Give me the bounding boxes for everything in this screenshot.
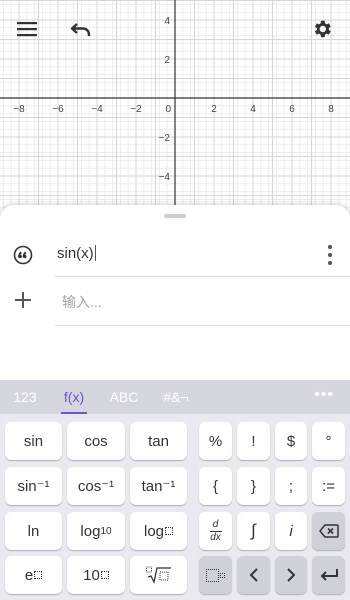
drag-handle[interactable] xyxy=(164,214,186,218)
tab-numbers[interactable]: 123 xyxy=(8,380,42,414)
key-square-template[interactable] xyxy=(199,556,232,594)
key-tan[interactable]: tan xyxy=(130,422,187,460)
x-tick-label: 2 xyxy=(211,104,217,115)
enter-key[interactable] xyxy=(312,556,345,594)
key-ln[interactable]: ln xyxy=(5,512,62,550)
placeholder-box-icon xyxy=(220,572,225,578)
key-left-brace[interactable]: { xyxy=(199,467,232,505)
key-arcsin[interactable]: sin⁻¹ xyxy=(5,467,62,505)
x-tick-label: −6 xyxy=(52,104,64,115)
more-options-icon[interactable] xyxy=(326,245,334,265)
key-nth-root[interactable] xyxy=(130,556,187,594)
origin-label: 0 xyxy=(165,104,171,115)
key-integral[interactable]: ∫ xyxy=(237,512,270,550)
key-derivative[interactable]: d dx xyxy=(199,512,232,550)
row-divider xyxy=(55,325,350,326)
key-factorial[interactable]: ! xyxy=(237,422,270,460)
log10-label: log xyxy=(80,522,101,540)
tab-functions[interactable]: f(x) xyxy=(57,380,91,414)
derivative-bottom: dx xyxy=(210,531,221,543)
y-tick-label: −2 xyxy=(159,133,171,144)
coordinate-grid[interactable]: −8 −6 −4 −2 0 2 4 6 8 4 2 −2 −4 xyxy=(0,0,350,215)
x-tick-label: −4 xyxy=(91,104,103,115)
exp-base: e xyxy=(24,566,34,584)
keyboard-tabs: 123 f(x) ABC #&¬ ••• xyxy=(0,380,350,414)
placeholder-box-icon xyxy=(206,568,219,582)
key-sin[interactable]: sin xyxy=(5,422,62,460)
graph-view[interactable]: −8 −6 −4 −2 0 2 4 6 8 4 2 −2 −4 xyxy=(0,0,350,215)
log10-subscript: 10 xyxy=(100,525,112,537)
derivative-top: d xyxy=(212,518,219,530)
expression-text[interactable]: sin(x) xyxy=(57,245,96,262)
key-imaginary[interactable]: i xyxy=(275,512,307,550)
chevron-left-icon xyxy=(249,568,258,582)
key-exp[interactable]: e xyxy=(5,556,62,594)
x-tick-label: 4 xyxy=(250,104,256,115)
quote-icon[interactable] xyxy=(12,244,34,266)
chevron-right-icon xyxy=(287,568,296,582)
y-tick-label: 2 xyxy=(164,55,170,66)
input-placeholder[interactable]: 输入... xyxy=(62,292,102,312)
menu-icon[interactable] xyxy=(9,11,45,47)
x-tick-label: −8 xyxy=(13,104,25,115)
backspace-key[interactable] xyxy=(312,512,345,550)
gear-icon[interactable] xyxy=(304,11,340,47)
key-degree[interactable]: ° xyxy=(312,422,345,460)
y-tick-label: 4 xyxy=(164,16,170,27)
more-keys-icon[interactable]: ••• xyxy=(314,380,334,414)
placeholder-box-icon xyxy=(34,571,43,579)
x-tick-label: −2 xyxy=(130,104,142,115)
ten-base: 10 xyxy=(83,566,100,584)
key-right-brace[interactable]: } xyxy=(237,467,270,505)
enter-icon xyxy=(320,569,338,581)
x-tick-label: 6 xyxy=(289,104,295,115)
algebra-panel: sin(x) 输入... xyxy=(0,205,350,380)
undo-icon[interactable] xyxy=(63,11,99,47)
algebra-input-row[interactable]: 输入... xyxy=(0,277,350,327)
key-dollar[interactable]: $ xyxy=(275,422,307,460)
key-percent[interactable]: % xyxy=(199,422,232,460)
key-arccos[interactable]: cos⁻¹ xyxy=(67,467,125,505)
nth-root-icon xyxy=(145,566,171,584)
placeholder-box-icon xyxy=(100,571,109,579)
key-cos[interactable]: cos xyxy=(67,422,125,460)
logb-label: log xyxy=(143,522,165,540)
x-tick-label: 8 xyxy=(328,104,334,115)
cursor-left-key[interactable] xyxy=(237,556,270,594)
algebra-row-1[interactable]: sin(x) xyxy=(0,233,350,277)
key-log10[interactable]: log 10 xyxy=(67,512,125,550)
math-keyboard: 123 f(x) ABC #&¬ ••• sin cos tan % ! $ °… xyxy=(0,380,350,600)
cursor-right-key[interactable] xyxy=(275,556,307,594)
key-log-base[interactable]: log xyxy=(130,512,187,550)
key-semicolon[interactable]: ; xyxy=(275,467,307,505)
tab-letters[interactable]: ABC xyxy=(105,380,143,414)
key-arctan[interactable]: tan⁻¹ xyxy=(130,467,187,505)
backspace-icon xyxy=(318,524,339,538)
plus-icon[interactable] xyxy=(12,289,34,311)
placeholder-box-icon xyxy=(165,527,174,535)
text-cursor xyxy=(94,245,96,261)
key-ten-power[interactable]: 10 xyxy=(67,556,125,594)
key-assign[interactable]: := xyxy=(312,467,345,505)
tab-symbols[interactable]: #&¬ xyxy=(158,380,194,414)
geogebra-graphing-app: −8−6−4−20246842−2−4 sin(x) 输 xyxy=(0,0,350,600)
y-tick-label: −4 xyxy=(159,172,171,183)
